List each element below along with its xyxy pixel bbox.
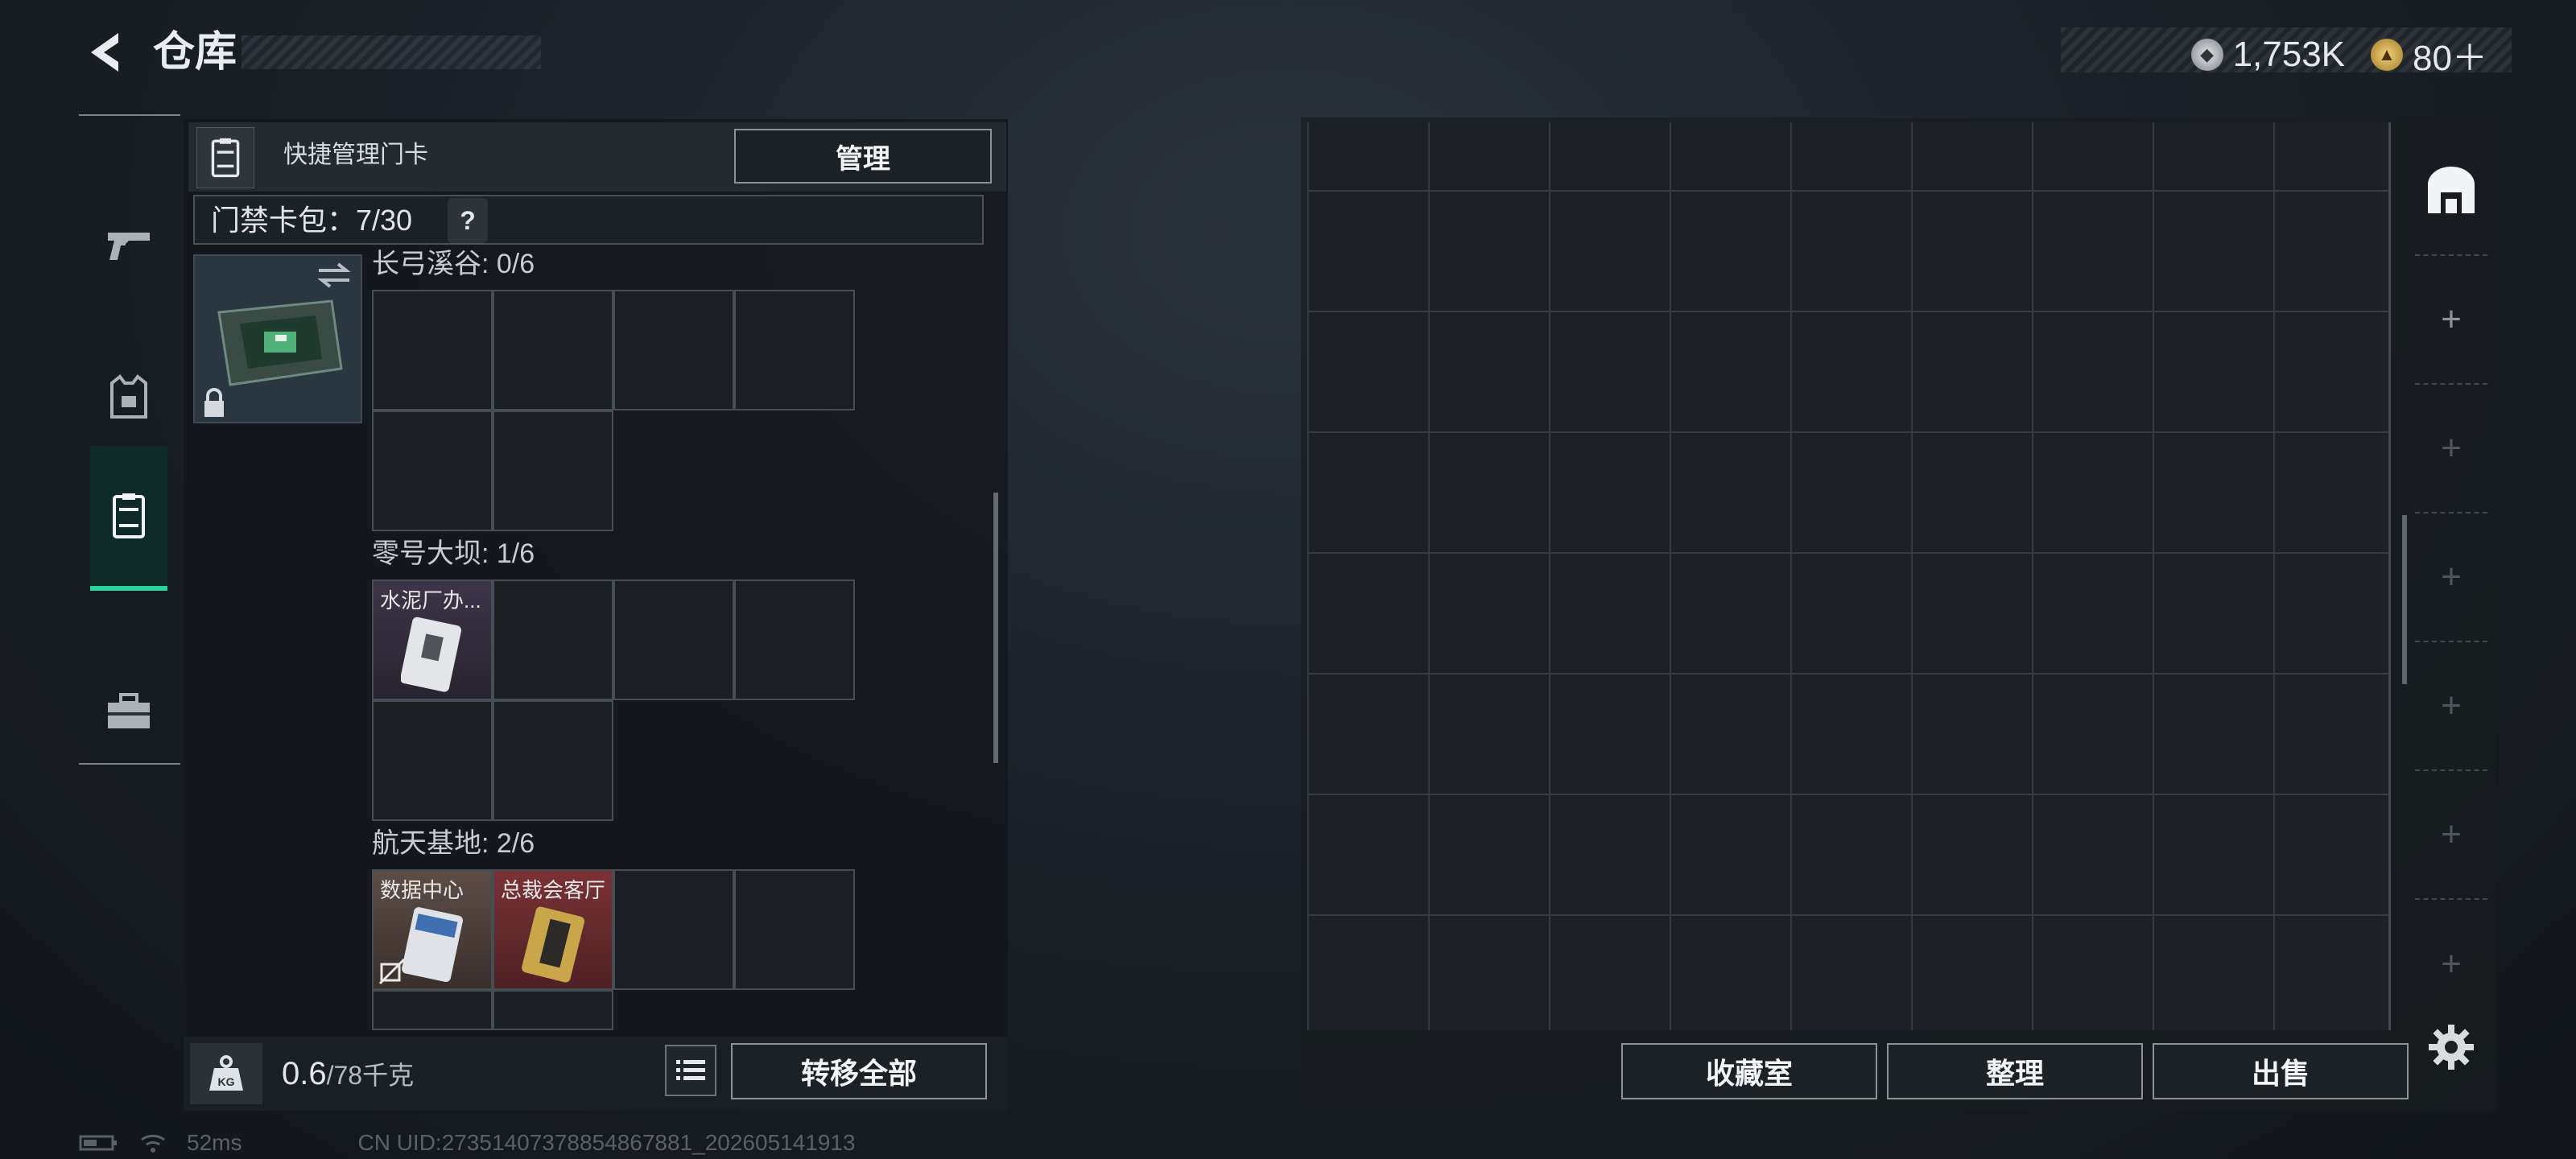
help-button[interactable]: ? — [448, 198, 488, 243]
storage-page-add[interactable]: + — [2415, 771, 2487, 900]
gold-currency[interactable]: ▲ 80＋ — [2371, 29, 2487, 80]
keycard-slot[interactable] — [493, 700, 613, 821]
storage-page-rail: + + + + + + — [2415, 127, 2487, 1029]
keycard-slot[interactable] — [613, 290, 734, 410]
currency-bar: ◆ 1,753K ▲ 80＋ — [2061, 27, 2512, 78]
silver-coin-icon: ◆ — [2190, 39, 2223, 71]
weight-icon: KG — [190, 1043, 262, 1104]
weight-icon-label: KG — [218, 1075, 235, 1088]
keycard-pack-count: 门禁卡包：7/30 — [211, 204, 413, 237]
keycard-image — [401, 617, 462, 692]
region-title-dam: 零号大坝: 1/6 — [372, 538, 535, 569]
region-title-space-base: 航天基地: 2/6 — [372, 828, 535, 859]
region-title-changgong: 长弓溪谷: 0/6 — [372, 249, 535, 279]
toolbox-icon — [108, 693, 150, 728]
gold-currency-value: 80＋ — [2413, 39, 2487, 78]
back-arrow-icon — [91, 33, 118, 72]
weight-value: 0.6/78千克 — [282, 1050, 414, 1099]
storage-page-add[interactable]: + — [2415, 900, 2487, 1029]
keycard-slot[interactable] — [734, 580, 855, 700]
keycard-image — [522, 906, 585, 983]
list-view-button[interactable] — [665, 1045, 716, 1096]
storage-home-tab[interactable] — [2415, 127, 2487, 256]
keycard-slot[interactable] — [734, 869, 855, 990]
keycard-slot[interactable] — [493, 290, 613, 410]
keycard-image — [402, 907, 463, 982]
settings-button[interactable] — [2423, 1019, 2479, 1075]
keycard-slot-filled[interactable]: 水泥厂办... — [372, 580, 493, 700]
lock-icon — [200, 386, 229, 419]
gold-triangle-coin-icon: ▲ — [2371, 39, 2404, 71]
weight-max: /78千克 — [326, 1061, 415, 1090]
status-bar: 52ms CN UID:27351407378854867881_2026051… — [79, 1128, 856, 1157]
list-icon — [676, 1060, 705, 1080]
keycard-slot[interactable] — [613, 869, 734, 990]
sell-button[interactable]: 出售 — [2153, 1043, 2409, 1099]
keycard-slot[interactable] — [734, 290, 855, 410]
page-title: 仓库 — [153, 29, 237, 76]
manage-button[interactable]: 管理 — [734, 129, 992, 184]
storage-page-add[interactable]: + — [2415, 642, 2487, 771]
silver-currency-value: 1,753K — [2232, 35, 2346, 74]
ping-value: 52ms — [187, 1130, 242, 1155]
pistol-icon — [108, 233, 150, 260]
keycard-name: 水泥厂办... — [380, 588, 481, 612]
storage-page-add[interactable]: + — [2415, 385, 2487, 514]
no-trade-icon — [378, 958, 406, 985]
category-nav — [79, 114, 180, 765]
gear-icon — [2429, 1025, 2474, 1070]
keycard-slot[interactable] — [372, 990, 493, 1030]
keycard-slot-filled[interactable]: 数据中心 — [372, 869, 493, 990]
storage-page-add[interactable]: + — [2415, 256, 2487, 385]
swap-icon[interactable] — [314, 259, 354, 291]
keycard-slot[interactable] — [613, 580, 734, 700]
user-uid: CN UID:27351407378854867881_202605141913 — [357, 1130, 856, 1155]
keycard-slot[interactable] — [372, 410, 493, 531]
transfer-all-button[interactable]: 转移全部 — [731, 1043, 987, 1099]
battery-icon — [79, 1135, 117, 1151]
keycard-panel-scrollbar[interactable] — [993, 493, 998, 763]
organize-button[interactable]: 整理 — [1887, 1043, 2143, 1099]
silver-currency[interactable]: ◆ 1,753K — [2190, 29, 2346, 80]
nav-supplies-tab[interactable] — [90, 639, 167, 784]
wifi-icon — [141, 1134, 165, 1153]
weight-current: 0.6 — [282, 1056, 327, 1091]
keycard-slot[interactable] — [493, 580, 613, 700]
collection-room-button[interactable]: 收藏室 — [1621, 1043, 1877, 1099]
quick-manage-label: 快捷管理门卡 — [283, 142, 428, 168]
keycard-name: 数据中心 — [380, 878, 464, 902]
keycard-name: 总裁会客厅 — [501, 878, 606, 902]
title-decoration — [242, 35, 541, 69]
armor-vest-icon — [110, 374, 147, 419]
storage-grid[interactable] — [1307, 122, 2391, 1030]
back-button[interactable] — [77, 24, 134, 80]
keycard-icon — [113, 493, 145, 538]
warehouse-icon — [2428, 167, 2475, 213]
keycard-slot[interactable] — [372, 700, 493, 821]
nav-keycards-tab[interactable] — [90, 446, 167, 591]
keycard-slot-filled[interactable]: 总裁会客厅 — [493, 869, 613, 990]
keycard-slot[interactable] — [372, 290, 493, 410]
nav-weapons-tab[interactable] — [90, 172, 167, 317]
storage-page-add[interactable]: + — [2415, 514, 2487, 642]
keycard-slot[interactable] — [493, 990, 613, 1030]
keycard-slot[interactable] — [493, 410, 613, 531]
quick-keycard-icon — [196, 127, 254, 188]
storage-scrollbar[interactable] — [2402, 515, 2407, 684]
